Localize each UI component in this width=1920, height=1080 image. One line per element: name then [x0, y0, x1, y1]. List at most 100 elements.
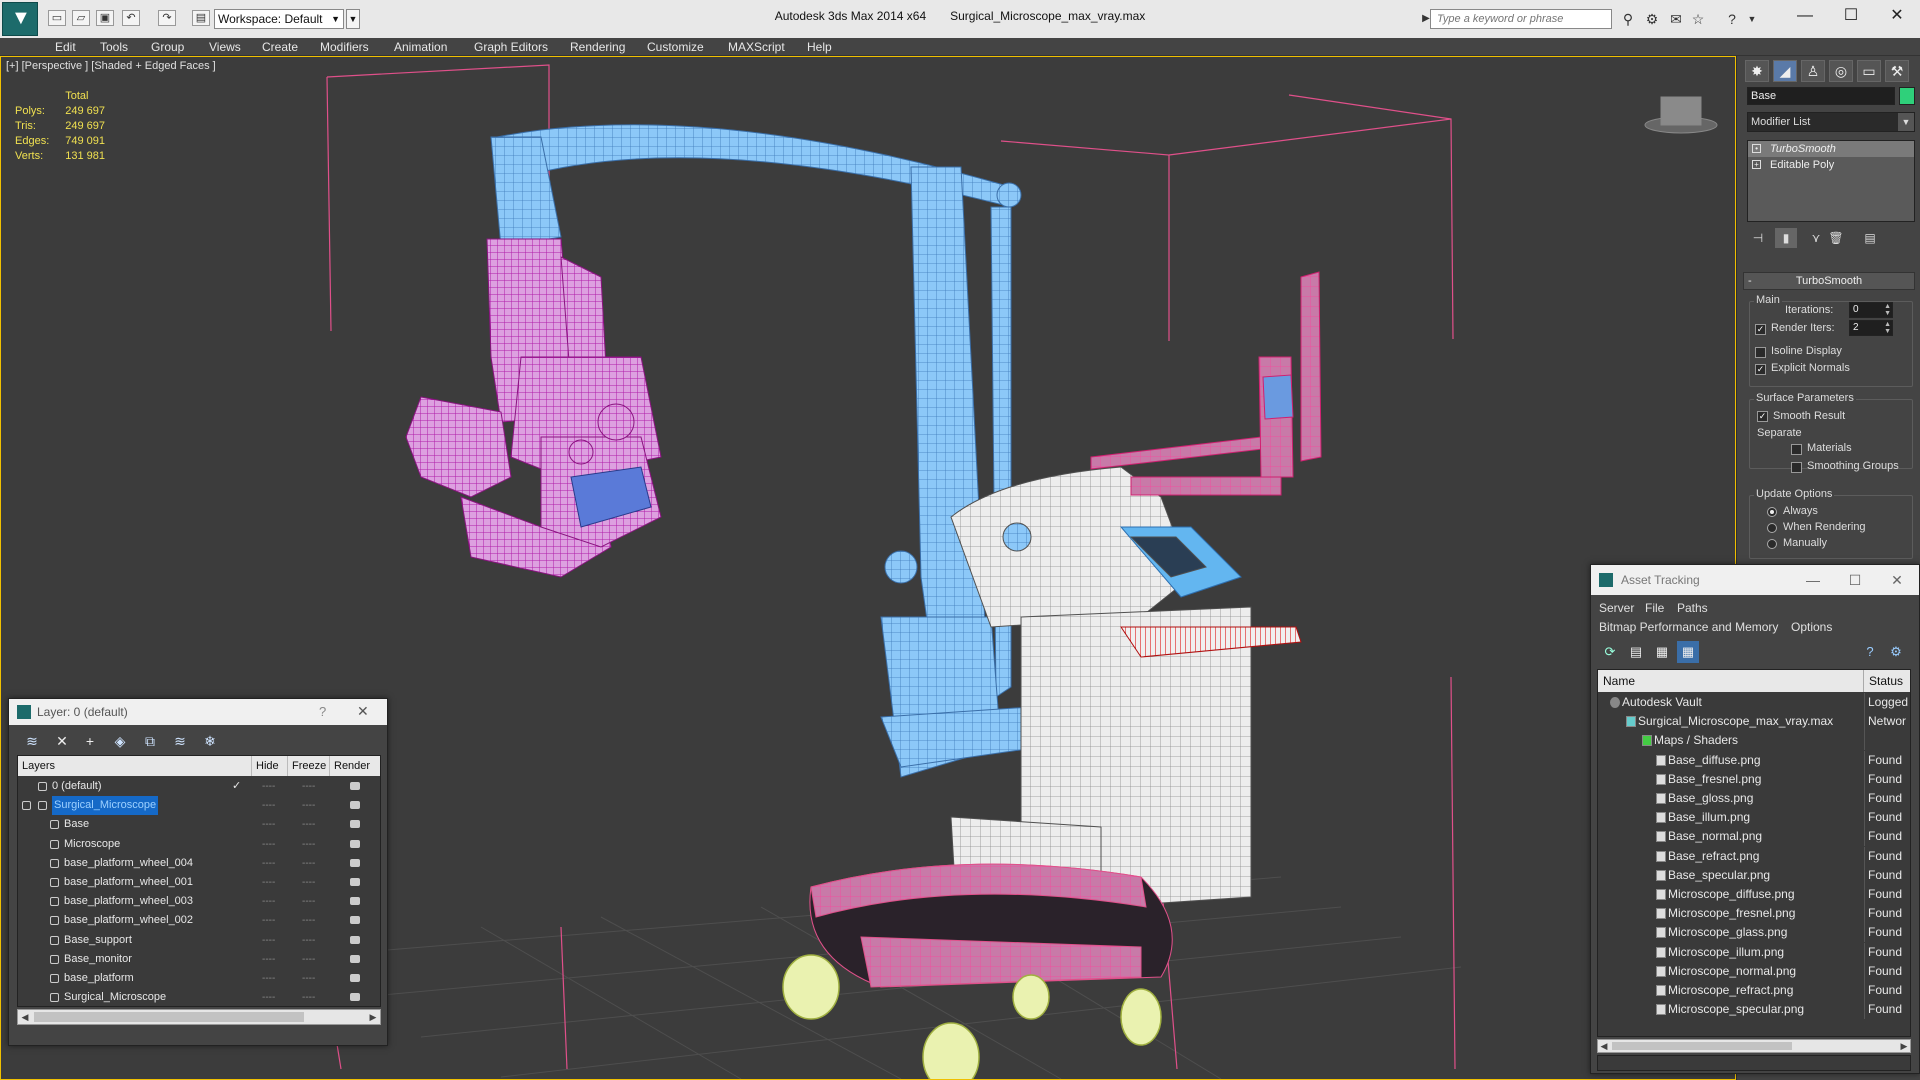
- render-teapot-icon[interactable]: [350, 974, 360, 982]
- refresh-icon[interactable]: ⟳: [1599, 641, 1621, 663]
- stack-item-editable-poly[interactable]: + Editable Poly: [1748, 157, 1914, 173]
- layer-row[interactable]: 0 (default) ✓ ---- ----: [18, 777, 380, 796]
- app-menu-button[interactable]: ▼: [2, 2, 38, 36]
- binoculars-icon[interactable]: ⚲: [1618, 10, 1638, 28]
- layer-row[interactable]: Microscope ---- ----: [18, 835, 380, 854]
- layer-window-titlebar[interactable]: Layer: 0 (default) ? ✕: [9, 699, 387, 725]
- explicit-normals-checkbox[interactable]: ✓: [1755, 364, 1766, 375]
- close-button[interactable]: ✕: [1877, 569, 1917, 591]
- update-manually-radio[interactable]: [1767, 539, 1777, 549]
- menu-file[interactable]: File: [1645, 601, 1664, 615]
- hide-toggle[interactable]: ----: [262, 988, 275, 1006]
- create-tab-icon[interactable]: ✸: [1745, 60, 1769, 82]
- collapse-icon[interactable]: [22, 801, 31, 811]
- subscription-icon[interactable]: ⚙: [1642, 10, 1662, 28]
- menu-bitmap-performance[interactable]: Bitmap Performance and Memory: [1599, 620, 1778, 634]
- menu-help[interactable]: Help: [807, 40, 832, 54]
- pin-stack-icon[interactable]: ⊣: [1747, 228, 1769, 248]
- layer-row[interactable]: base_platform_wheel_001 ---- ----: [18, 873, 380, 892]
- asset-row[interactable]: Base_fresnel.png Found: [1598, 769, 1910, 789]
- render-teapot-icon[interactable]: [350, 954, 360, 963]
- freeze-toggle[interactable]: ----: [302, 892, 315, 911]
- menu-maxscript[interactable]: MAXScript: [728, 40, 785, 54]
- menu-server[interactable]: Server: [1599, 601, 1634, 615]
- menu-graph-editors[interactable]: Graph Editors: [474, 40, 548, 54]
- motion-tab-icon[interactable]: ◎: [1829, 60, 1853, 82]
- menu-rendering[interactable]: Rendering: [570, 40, 625, 54]
- layer-row[interactable]: Surgical_Microscope ---- ----: [18, 988, 380, 1006]
- current-layer-check-icon[interactable]: ✓: [232, 777, 241, 796]
- asset-row[interactable]: Maps / Shaders: [1598, 731, 1910, 751]
- list-view-icon[interactable]: ▤: [1625, 641, 1647, 663]
- table-view-icon[interactable]: ▦: [1677, 641, 1699, 663]
- layer-row[interactable]: base_platform_wheel_003 ---- ----: [18, 892, 380, 911]
- object-name-field[interactable]: Base: [1747, 87, 1895, 105]
- maximize-button[interactable]: ☐: [1828, 2, 1874, 30]
- render-iters-spinner[interactable]: 2 ▲ ▼: [1849, 320, 1893, 336]
- asset-row[interactable]: Autodesk Vault Logged: [1598, 693, 1910, 712]
- layer-row[interactable]: base_platform ---- ----: [18, 969, 380, 988]
- freeze-toggle[interactable]: ----: [302, 796, 315, 815]
- hide-toggle[interactable]: ----: [262, 950, 275, 969]
- project-folder-icon[interactable]: ▤: [192, 10, 210, 26]
- help-icon[interactable]: ?: [1722, 10, 1742, 28]
- menu-options[interactable]: Options: [1791, 620, 1832, 634]
- maximize-button[interactable]: ☐: [1835, 569, 1875, 591]
- asset-row[interactable]: Base_normal.png Found: [1598, 827, 1910, 847]
- hierarchy-tab-icon[interactable]: ♙: [1801, 60, 1825, 82]
- modify-tab-icon[interactable]: ◢: [1773, 60, 1797, 82]
- render-teapot-icon[interactable]: [350, 782, 360, 790]
- asset-row[interactable]: Base_illum.png Found: [1598, 808, 1910, 828]
- hide-toggle[interactable]: ----: [262, 969, 275, 988]
- asset-row[interactable]: Base_specular.png Found: [1598, 865, 1910, 885]
- layer-row[interactable]: Surgical_Microscope ---- ----: [18, 796, 380, 816]
- hide-toggle[interactable]: ----: [262, 815, 275, 834]
- select-layer-icon[interactable]: ⧉: [139, 731, 161, 751]
- undo-icon[interactable]: ↶: [122, 10, 140, 26]
- search-input[interactable]: [1430, 9, 1612, 29]
- scroll-right-icon[interactable]: ▶: [366, 1010, 380, 1024]
- smoothing-groups-checkbox[interactable]: [1791, 462, 1802, 473]
- column-header-hide[interactable]: Hide: [252, 756, 288, 776]
- expand-plus-icon[interactable]: +: [1752, 160, 1761, 169]
- modifier-list-select[interactable]: Modifier List ▼: [1747, 112, 1915, 132]
- render-teapot-icon[interactable]: [350, 878, 360, 886]
- freeze-toggle[interactable]: ----: [302, 854, 315, 873]
- freeze-toggle[interactable]: ----: [302, 931, 315, 950]
- menu-animation[interactable]: Animation: [394, 40, 447, 54]
- delete-layer-icon[interactable]: ✕: [51, 731, 73, 751]
- asset-row[interactable]: Surgical_Microscope_max_vray.max Networ: [1598, 712, 1910, 732]
- hide-toggle[interactable]: ----: [262, 911, 275, 930]
- menu-edit[interactable]: Edit: [55, 40, 76, 54]
- render-teapot-icon[interactable]: [350, 935, 360, 944]
- hide-all-icon[interactable]: ≋: [169, 731, 191, 751]
- hide-toggle[interactable]: ----: [262, 873, 275, 892]
- freeze-toggle[interactable]: ----: [302, 911, 315, 930]
- help-dropdown-icon[interactable]: ▼: [1742, 10, 1762, 28]
- utilities-tab-icon[interactable]: ⚒: [1885, 60, 1909, 82]
- render-teapot-icon[interactable]: [350, 801, 360, 810]
- new-file-icon[interactable]: ▭: [48, 10, 66, 26]
- freeze-toggle[interactable]: ----: [302, 815, 315, 834]
- make-unique-icon[interactable]: ⋎: [1805, 228, 1827, 248]
- select-objects-icon[interactable]: ◈: [109, 731, 131, 751]
- help-button[interactable]: ?: [319, 704, 326, 719]
- turbosmooth-rollout-header[interactable]: - TurboSmooth: [1743, 272, 1915, 290]
- scrollbar-thumb[interactable]: [1612, 1042, 1792, 1050]
- viewport-label[interactable]: [+] [Perspective ] [Shaded + Edged Faces…: [6, 60, 216, 72]
- asset-row[interactable]: Microscope_illum.png Found: [1598, 942, 1910, 962]
- configure-sets-icon[interactable]: ▤: [1859, 228, 1881, 248]
- save-file-icon[interactable]: ▣: [96, 10, 114, 26]
- layer-row[interactable]: Base ---- ----: [18, 815, 380, 834]
- minimize-button[interactable]: —: [1782, 2, 1828, 30]
- render-teapot-icon[interactable]: [350, 820, 360, 829]
- scroll-left-icon[interactable]: ◀: [18, 1010, 32, 1024]
- layer-row[interactable]: base_platform_wheel_002 ---- ----: [18, 911, 380, 930]
- freeze-toggle[interactable]: ----: [302, 988, 315, 1006]
- column-header-name[interactable]: Name: [1598, 670, 1864, 692]
- display-tab-icon[interactable]: ▭: [1857, 60, 1881, 82]
- hide-toggle[interactable]: ----: [262, 892, 275, 911]
- settings-icon[interactable]: ⚙: [1885, 641, 1907, 663]
- stack-item-turbosmooth[interactable]: • TurboSmooth: [1748, 141, 1914, 157]
- freeze-toggle[interactable]: ----: [302, 777, 315, 796]
